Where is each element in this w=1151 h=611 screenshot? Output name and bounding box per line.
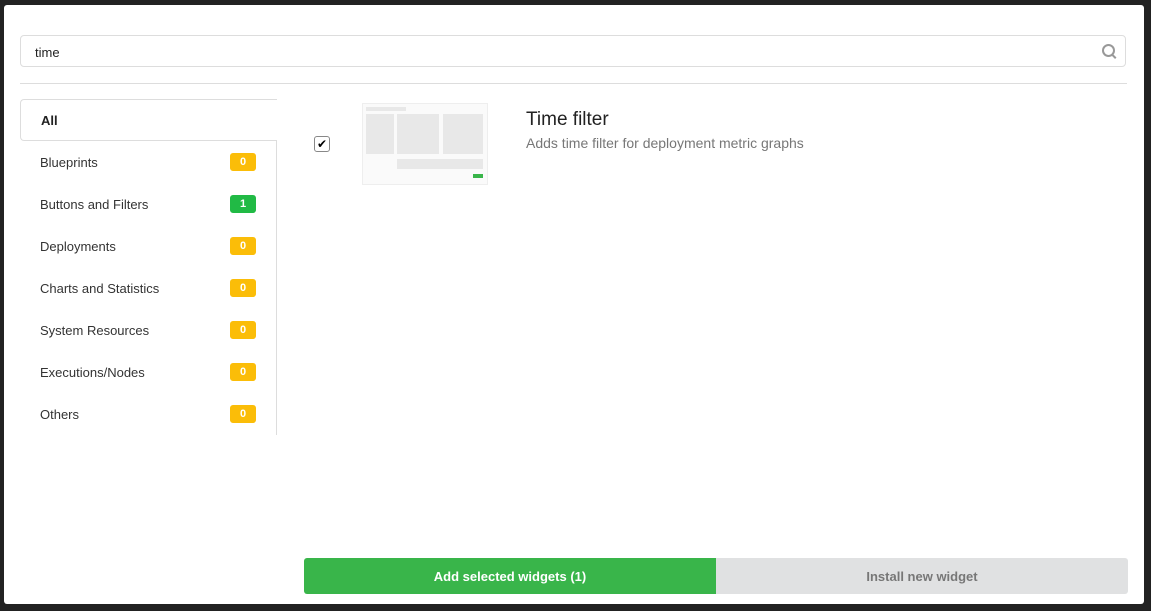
- count-badge: 0: [230, 363, 256, 381]
- search-icon: [1102, 44, 1115, 57]
- count-badge: 0: [230, 279, 256, 297]
- category-others[interactable]: Others 0: [20, 393, 276, 435]
- category-label: Blueprints: [40, 154, 98, 170]
- count-badge: 0: [230, 237, 256, 255]
- category-label: Charts and Statistics: [40, 280, 160, 296]
- category-buttons-and-filters[interactable]: Buttons and Filters 1: [20, 183, 276, 225]
- divider: [20, 83, 1127, 84]
- category-deployments[interactable]: Deployments 0: [20, 225, 276, 267]
- search-field[interactable]: [20, 35, 1126, 68]
- category-label: Buttons and Filters: [40, 196, 149, 212]
- search-input[interactable]: [33, 36, 1087, 68]
- count-badge: 0: [230, 153, 256, 171]
- category-label: Deployments: [40, 238, 116, 254]
- widget-item[interactable]: ✔ Time filter Adds time filter for deplo…: [314, 103, 804, 185]
- category-charts-and-statistics[interactable]: Charts and Statistics 0: [20, 267, 276, 309]
- category-label: System Resources: [40, 322, 150, 338]
- category-label: Others: [40, 406, 80, 422]
- add-selected-widgets-button[interactable]: Add selected widgets (1): [304, 558, 716, 594]
- count-badge: 0: [230, 405, 256, 423]
- widget-title: Time filter: [526, 109, 609, 130]
- category-menu: All Blueprints 0 Buttons and Filters 1 Deploy…: [20, 99, 277, 435]
- widget-checkbox[interactable]: ✔: [314, 136, 330, 152]
- category-all[interactable]: All: [20, 99, 277, 141]
- category-label: All: [41, 112, 58, 128]
- category-executions-nodes[interactable]: Executions/Nodes 0: [20, 351, 276, 393]
- add-widget-modal: All Blueprints 0 Buttons and Filters 1 Deploy…: [4, 5, 1144, 604]
- count-badge: 0: [230, 321, 256, 339]
- widget-description: Adds time filter for deployment metric g…: [526, 135, 804, 151]
- category-blueprints[interactable]: Blueprints 0: [20, 141, 276, 183]
- category-label: Executions/Nodes: [40, 364, 145, 380]
- category-system-resources[interactable]: System Resources 0: [20, 309, 276, 351]
- widget-thumbnail: [362, 103, 488, 185]
- count-badge: 1: [230, 195, 256, 213]
- install-new-widget-button[interactable]: Install new widget: [716, 558, 1128, 594]
